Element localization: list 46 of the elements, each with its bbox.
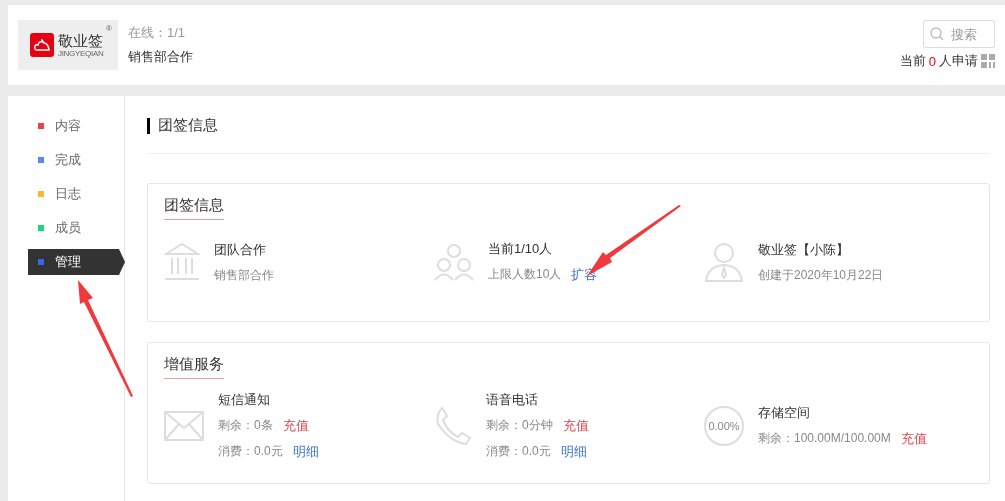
applicant-label: 当前 (899, 52, 926, 70)
logo-subtitle: JINGYEQIAN (58, 49, 104, 58)
person-tie-icon (704, 242, 744, 282)
action-link[interactable]: 充值 (562, 417, 589, 435)
search-field[interactable]: 搜索 (923, 20, 995, 48)
title-bar (147, 117, 150, 134)
sidebar-item[interactable]: 日志 (28, 181, 114, 207)
item-title: 当前1/10人 (488, 240, 554, 258)
card-title: 增值服务 (164, 353, 224, 379)
sidebar-item[interactable]: 完成 (28, 147, 114, 173)
bank-building-icon (164, 242, 200, 282)
item-detail: 剩余：100.00M/100.00M (758, 430, 891, 447)
item-title: 敬业签【小陈】 (758, 240, 850, 259)
sidebar-item[interactable]: 管理 (28, 249, 125, 275)
item-detail: 剩余：0条 (218, 417, 273, 434)
item-detail: 上限人数10人 (488, 266, 562, 283)
logo-name: 敬业签 (58, 32, 104, 49)
registered-mark: ® (106, 24, 112, 33)
people-group-icon (434, 243, 474, 281)
item-title: 团队合作 (214, 240, 267, 259)
card-title: 团签信息 (164, 194, 224, 220)
applicant-label: 人申请 (939, 52, 978, 70)
action-link[interactable]: 明细 (560, 443, 587, 461)
item-detail: 消费：0.0元 (218, 443, 283, 460)
page-title: 团签信息 (158, 116, 218, 135)
item-title: 存储空间 (758, 404, 811, 422)
storage-ring: 0.00% (704, 406, 744, 446)
online-count: 在线：1/1 (128, 24, 187, 42)
item-title: 语音电话 (486, 391, 539, 409)
item-title: 短信通知 (218, 391, 271, 409)
cloud-icon (30, 33, 54, 57)
action-link[interactable]: 充值 (282, 417, 309, 435)
item-detail: 创建于2020年10月22日 (758, 266, 884, 284)
team-name: 销售部合作 (128, 48, 193, 66)
envelope-icon (164, 411, 204, 441)
sidebar-item[interactable]: 成员 (28, 215, 114, 241)
phone-icon (434, 406, 472, 446)
grid-icon[interactable] (981, 54, 995, 68)
sidebar-item[interactable]: 内容 (28, 113, 114, 139)
applicant-count: 0 (928, 53, 936, 69)
item-detail: 剩余：0分钟 (486, 417, 553, 434)
action-link[interactable]: 充值 (900, 430, 927, 448)
action-link[interactable]: 明细 (292, 443, 319, 461)
search-icon (930, 27, 944, 41)
item-detail: 销售部合作 (214, 266, 274, 284)
item-detail: 消费：0.0元 (486, 443, 551, 460)
